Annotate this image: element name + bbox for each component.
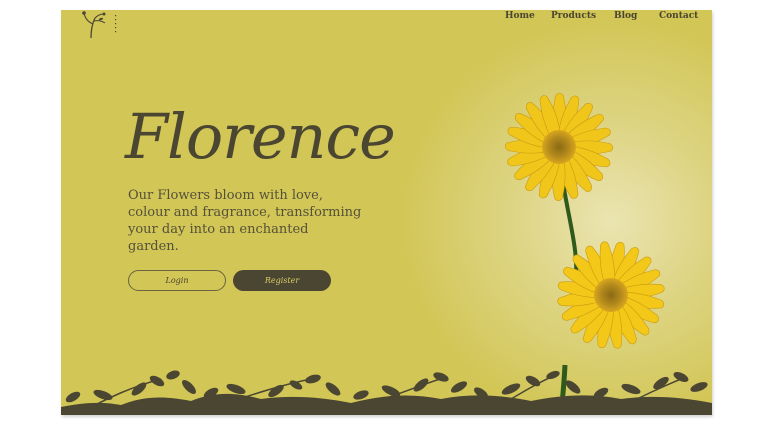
hero-tagline: Our Flowers bloom with love, colour and …: [128, 188, 362, 254]
flower-branch-logo[interactable]: [79, 10, 119, 40]
page-canvas: Home Products Blog Contact Florence Our …: [61, 10, 712, 415]
nav-link-blog[interactable]: Blog: [614, 11, 637, 21]
leaf-silhouette-border: [61, 370, 712, 415]
nav-link-contact[interactable]: Contact: [659, 11, 698, 21]
register-button[interactable]: Register: [233, 270, 331, 291]
hero-title: Florence: [125, 100, 396, 173]
nav-link-home[interactable]: Home: [505, 11, 535, 21]
login-button[interactable]: Login: [128, 270, 226, 291]
gerbera-flowers-image: [504, 92, 666, 415]
nav-link-products[interactable]: Products: [551, 11, 596, 21]
